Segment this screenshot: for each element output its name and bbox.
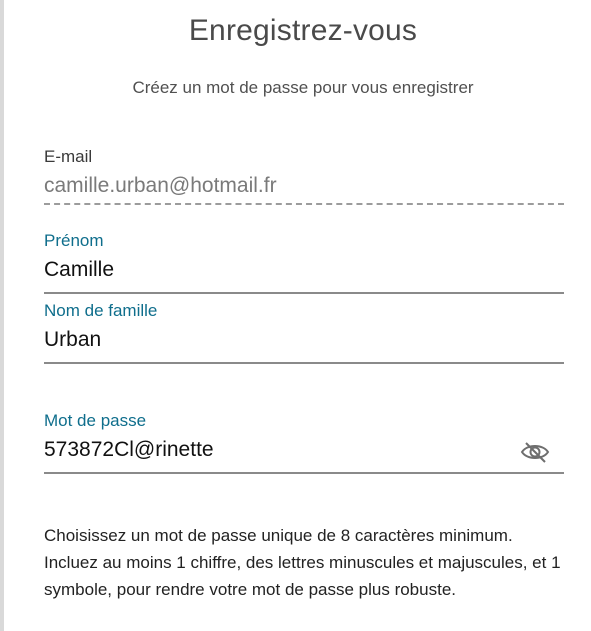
last-name-underline — [44, 362, 564, 364]
password-input[interactable]: 573872Cl@rinette — [44, 437, 564, 463]
email-value: camille.urban@hotmail.fr — [44, 174, 277, 197]
email-underline — [44, 203, 564, 205]
first-name-label: Prénom — [44, 231, 104, 250]
page-title: Enregistrez-vous — [188, 14, 418, 47]
eye-slash-glyph — [520, 442, 550, 463]
password-help-text: Choisissez un mot de passe unique de 8 c… — [44, 526, 561, 599]
registration-page: Enregistrez-vous Créez un mot de passe p… — [0, 0, 591, 631]
email-label: E-mail — [44, 147, 93, 166]
first-name-field[interactable]: Prénom Camille — [44, 231, 564, 295]
page-subtitle: Créez un mot de passe pour vous enregist… — [132, 78, 474, 97]
last-name-label: Nom de famille — [44, 301, 158, 320]
first-name-underline — [44, 292, 564, 294]
first-name-input[interactable]: Camille — [44, 257, 564, 283]
email-field: E-mail camille.urban@hotmail.fr — [44, 147, 564, 207]
eye-slash-icon[interactable] — [520, 440, 550, 464]
last-name-input[interactable]: Urban — [44, 327, 564, 353]
password-underline — [44, 472, 564, 474]
last-name-field[interactable]: Nom de famille Urban — [44, 301, 564, 365]
password-field[interactable]: Mot de passe 573872Cl@rinette — [44, 411, 564, 475]
password-label: Mot de passe — [44, 411, 147, 430]
